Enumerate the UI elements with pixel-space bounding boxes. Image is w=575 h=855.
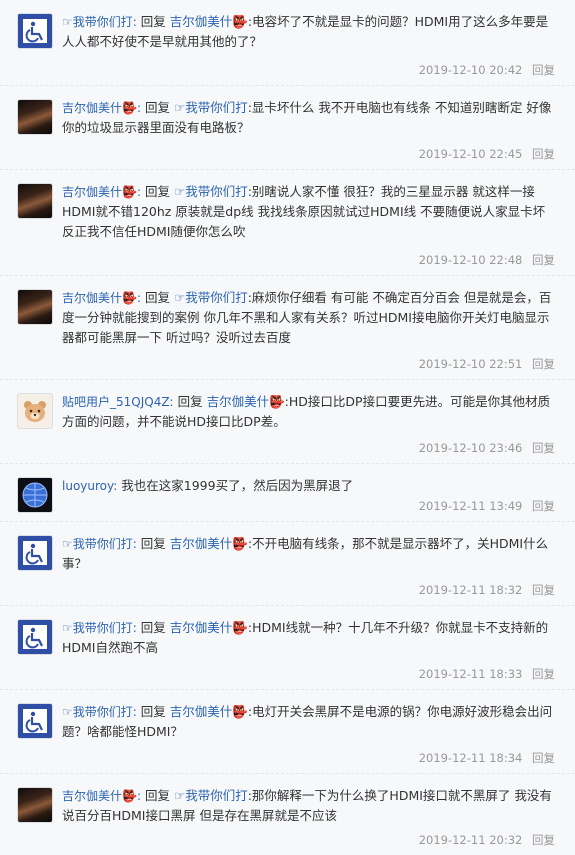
comment-username[interactable]: ☞我带你们打: (62, 537, 137, 551)
comment-meta: 2019-12-11 18:32 回复 (419, 582, 555, 598)
comment-list: ☞我带你们打: 回复 吉尔伽美什👺:电容坏了不就是显卡的问题？HDMI用了这么多… (0, 0, 575, 855)
comment-body: 我也在这家1999买了，然后因为黑屏退了 (121, 478, 354, 493)
reply-link[interactable]: 回复 (532, 667, 555, 681)
comment-text: luoyuroy: 我也在这家1999买了，然后因为黑屏退了 (62, 476, 557, 496)
reply-target[interactable]: 吉尔伽美什👺 (170, 620, 248, 635)
comment-meta: 2019-12-11 18:34 回复 (419, 750, 555, 766)
comment-time: 2019-12-11 20:32 (418, 833, 523, 847)
globe-avatar[interactable] (18, 478, 52, 512)
wheelchair-avatar[interactable] (18, 536, 52, 570)
reply-link[interactable]: 回复 (532, 833, 555, 847)
comment-time: 2019-12-10 22:51 (418, 357, 523, 371)
reply-target[interactable]: ☞我带你们打 (174, 290, 248, 305)
dark-portrait-avatar[interactable] (18, 100, 52, 134)
comment-text: 贴吧用户_51QJQ4Z: 回复 吉尔伽美什👺:HD接口比DP接口要更先进。可能… (62, 392, 557, 432)
reply-target[interactable]: 吉尔伽美什👺 (170, 536, 248, 551)
comment-item: ☞我带你们打: 回复 吉尔伽美什👺:不开电脑有线条，那不就是显示器坏了，关HDM… (0, 522, 575, 606)
reply-link[interactable]: 回复 (532, 253, 555, 267)
comment-text: 吉尔伽美什👺: 回复 ☞我带你们打:显卡坏什么 我不开电脑也有线条 不知道别瞎断… (62, 98, 557, 138)
comment-username[interactable]: 吉尔伽美什👺: (62, 789, 141, 803)
reply-word: 回复 (140, 620, 166, 635)
comment-time: 2019-12-11 13:49 (418, 499, 523, 513)
reply-target[interactable]: ☞我带你们打 (174, 788, 248, 803)
comment-item: ☞我带你们打: 回复 吉尔伽美什👺:电灯开关会黑屏不是电源的锅？你电源好波形稳会… (0, 690, 575, 774)
comment-text: ☞我带你们打: 回复 吉尔伽美什👺:电灯开关会黑屏不是电源的锅？你电源好波形稳会… (62, 702, 557, 742)
comment-item: 吉尔伽美什👺: 回复 ☞我带你们打:那你解释一下为什么换了HDMI接口就不黑屏了… (0, 774, 575, 855)
wheelchair-avatar[interactable] (18, 14, 52, 48)
reply-word: 回复 (177, 394, 203, 409)
wheelchair-avatar[interactable] (18, 704, 52, 738)
reply-target[interactable]: ☞我带你们打 (174, 184, 248, 199)
comment-text: ☞我带你们打: 回复 吉尔伽美什👺:HDMI线就一种？十几年不升级？你就显卡不支… (62, 618, 557, 658)
comment-text: ☞我带你们打: 回复 吉尔伽美什👺:不开电脑有线条，那不就是显示器坏了，关HDM… (62, 534, 557, 574)
comment-username[interactable]: ☞我带你们打: (62, 705, 137, 719)
comment-time: 2019-12-11 18:32 (418, 583, 523, 597)
reply-word: 回复 (144, 788, 170, 803)
reply-link[interactable]: 回复 (532, 441, 555, 455)
comment-username[interactable]: ☞我带你们打: (62, 621, 137, 635)
comment-username[interactable]: 吉尔伽美什👺: (62, 291, 141, 305)
reply-target[interactable]: ☞我带你们打 (174, 100, 248, 115)
dark-portrait-avatar[interactable] (18, 290, 52, 324)
comment-time: 2019-12-10 22:48 (418, 253, 523, 267)
comment-meta: 2019-12-11 13:49 回复 (419, 498, 555, 514)
comment-meta: 2019-12-10 22:45 回复 (419, 146, 555, 162)
reply-word: 回复 (140, 536, 166, 551)
reply-target[interactable]: 吉尔伽美什👺 (207, 394, 285, 409)
comment-meta: 2019-12-10 20:42 回复 (419, 62, 555, 78)
bear-avatar[interactable] (18, 394, 52, 428)
reply-link[interactable]: 回复 (532, 147, 555, 161)
reply-word: 回复 (140, 704, 166, 719)
comment-text: 吉尔伽美什👺: 回复 ☞我带你们打:别瞎说人家不懂 很狂？我的三星显示器 就这样… (62, 182, 557, 242)
reply-link[interactable]: 回复 (532, 499, 555, 513)
comment-time: 2019-12-11 18:33 (418, 667, 523, 681)
comment-item: 贴吧用户_51QJQ4Z: 回复 吉尔伽美什👺:HD接口比DP接口要更先进。可能… (0, 380, 575, 464)
comment-meta: 2019-12-10 23:46 回复 (419, 440, 555, 456)
comment-item: ☞我带你们打: 回复 吉尔伽美什👺:HDMI线就一种？十几年不升级？你就显卡不支… (0, 606, 575, 690)
comment-username[interactable]: 吉尔伽美什👺: (62, 185, 141, 199)
wheelchair-avatar[interactable] (18, 620, 52, 654)
reply-target[interactable]: 吉尔伽美什👺 (170, 704, 248, 719)
comment-username[interactable]: luoyuroy: (62, 479, 117, 493)
reply-word: 回复 (144, 290, 170, 305)
dark-portrait-avatar[interactable] (18, 788, 52, 822)
reply-link[interactable]: 回复 (532, 583, 555, 597)
comment-time: 2019-12-11 18:34 (418, 751, 523, 765)
comment-item: ☞我带你们打: 回复 吉尔伽美什👺:电容坏了不就是显卡的问题？HDMI用了这么多… (0, 0, 575, 86)
comment-username[interactable]: 吉尔伽美什👺: (62, 101, 141, 115)
comment-time: 2019-12-10 22:45 (418, 147, 523, 161)
dark-portrait-avatar[interactable] (18, 184, 52, 218)
reply-link[interactable]: 回复 (532, 63, 555, 77)
comment-time: 2019-12-10 23:46 (418, 441, 523, 455)
reply-link[interactable]: 回复 (532, 751, 555, 765)
reply-word: 回复 (144, 100, 170, 115)
comment-meta: 2019-12-10 22:51 回复 (419, 356, 555, 372)
comment-username[interactable]: 贴吧用户_51QJQ4Z: (62, 395, 174, 409)
comment-time: 2019-12-10 20:42 (418, 63, 523, 77)
comment-text: ☞我带你们打: 回复 吉尔伽美什👺:电容坏了不就是显卡的问题？HDMI用了这么多… (62, 12, 557, 52)
comment-username[interactable]: ☞我带你们打: (62, 15, 137, 29)
comment-item: luoyuroy: 我也在这家1999买了，然后因为黑屏退了 2019-12-1… (0, 464, 575, 522)
comment-item: 吉尔伽美什👺: 回复 ☞我带你们打:显卡坏什么 我不开电脑也有线条 不知道别瞎断… (0, 86, 575, 170)
reply-word: 回复 (140, 14, 166, 29)
comment-text: 吉尔伽美什👺: 回复 ☞我带你们打:那你解释一下为什么换了HDMI接口就不黑屏了… (62, 786, 557, 826)
reply-link[interactable]: 回复 (532, 357, 555, 371)
comment-meta: 2019-12-10 22:48 回复 (419, 252, 555, 268)
comment-item: 吉尔伽美什👺: 回复 ☞我带你们打:麻烦你仔细看 有可能 不确定百分百会 但是就… (0, 276, 575, 380)
comment-item: 吉尔伽美什👺: 回复 ☞我带你们打:别瞎说人家不懂 很狂？我的三星显示器 就这样… (0, 170, 575, 276)
comment-text: 吉尔伽美什👺: 回复 ☞我带你们打:麻烦你仔细看 有可能 不确定百分百会 但是就… (62, 288, 557, 348)
reply-target[interactable]: 吉尔伽美什👺 (170, 14, 248, 29)
reply-word: 回复 (144, 184, 170, 199)
comment-meta: 2019-12-11 18:33 回复 (419, 666, 555, 682)
comment-meta: 2019-12-11 20:32 回复 (419, 832, 555, 848)
